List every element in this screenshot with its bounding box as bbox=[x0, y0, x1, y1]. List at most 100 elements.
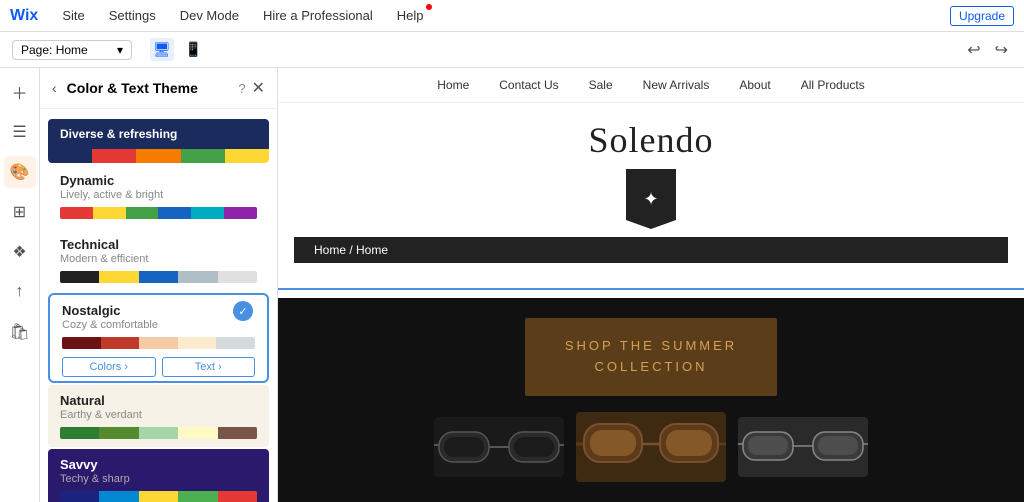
colors-action-button[interactable]: Colors › bbox=[62, 357, 156, 377]
sunglasses-brown bbox=[576, 412, 726, 482]
chevron-down-icon: ▾ bbox=[117, 43, 123, 57]
upgrade-button[interactable]: Upgrade bbox=[950, 6, 1014, 26]
mobile-icon[interactable]: 📱 bbox=[182, 38, 205, 61]
menu-settings[interactable]: Settings bbox=[105, 6, 160, 25]
nav-home[interactable]: Home bbox=[437, 78, 469, 92]
color-swatch bbox=[60, 427, 99, 439]
wix-logo: Wix bbox=[10, 7, 38, 25]
sidebar-media-icon[interactable]: ↑ bbox=[4, 276, 36, 308]
color-swatch bbox=[225, 149, 269, 163]
color-swatch bbox=[99, 427, 138, 439]
color-swatch bbox=[62, 337, 101, 349]
theme-natural-name: Natural bbox=[60, 393, 257, 408]
menu-devmode[interactable]: Dev Mode bbox=[176, 6, 243, 25]
undo-button[interactable]: ↩ bbox=[963, 38, 984, 62]
page-selector-label: Page: Home bbox=[21, 43, 88, 57]
color-swatch bbox=[218, 491, 257, 502]
left-sidebar: ＋ ☰ 🎨 ⊞ ❖ ↑ 🛍 bbox=[0, 68, 40, 502]
top-menu-bar: Wix Site Settings Dev Mode Hire a Profes… bbox=[0, 0, 1024, 32]
page-selector[interactable]: Page: Home ▾ bbox=[12, 40, 132, 60]
nav-contact[interactable]: Contact Us bbox=[499, 78, 558, 92]
banner-line1: SHOP THE SUMMER bbox=[565, 338, 737, 353]
section-divider bbox=[278, 288, 1024, 290]
theme-item-savvy[interactable]: Savvy Techy & sharp bbox=[48, 449, 269, 502]
theme-nostalgic-desc: Cozy & comfortable bbox=[62, 319, 255, 331]
color-swatch bbox=[60, 491, 99, 502]
desktop-icon[interactable]: 🖥 bbox=[150, 38, 174, 61]
menu-hire[interactable]: Hire a Professional bbox=[259, 6, 377, 25]
sunglasses-silver bbox=[738, 417, 868, 477]
nav-about[interactable]: About bbox=[739, 78, 770, 92]
panel-title: Color & Text Theme bbox=[67, 80, 233, 96]
sidebar-layers-icon[interactable]: ☰ bbox=[4, 116, 36, 148]
panel-header: ‹ Color & Text Theme ? ✕ bbox=[40, 68, 277, 109]
color-swatch bbox=[178, 271, 217, 283]
undo-redo-group: ↩ ↪ bbox=[963, 38, 1012, 62]
color-swatch bbox=[216, 337, 255, 349]
theme-item-dynamic[interactable]: Dynamic Lively, active & bright bbox=[48, 165, 269, 227]
theme-item-technical[interactable]: Technical Modern & efficient bbox=[48, 229, 269, 291]
badge-icon: ✦ bbox=[643, 189, 658, 210]
color-swatch bbox=[136, 149, 180, 163]
breadcrumb-text: Home / Home bbox=[314, 243, 388, 257]
color-swatch bbox=[101, 337, 140, 349]
color-swatch bbox=[48, 149, 92, 163]
theme-item-nostalgic[interactable]: ✓ Nostalgic Cozy & comfortable Colors › … bbox=[48, 293, 269, 383]
main-area: ＋ ☰ 🎨 ⊞ ❖ ↑ 🛍 ‹ Color & Text Theme ? ✕ D… bbox=[0, 68, 1024, 502]
sidebar-store-icon[interactable]: 🛍 bbox=[4, 316, 36, 348]
theme-actions: Colors › Text › bbox=[62, 357, 255, 377]
color-swatch bbox=[126, 207, 159, 219]
sidebar-apps-icon[interactable]: ⊞ bbox=[4, 196, 36, 228]
nav-all-products[interactable]: All Products bbox=[801, 78, 865, 92]
color-swatch bbox=[93, 207, 126, 219]
panel-help-button[interactable]: ? bbox=[238, 81, 245, 96]
sidebar-theme-icon[interactable]: 🎨 bbox=[4, 156, 36, 188]
color-swatch bbox=[99, 271, 138, 283]
color-swatch bbox=[139, 427, 178, 439]
color-swatch bbox=[99, 491, 138, 502]
panel-back-button[interactable]: ‹ bbox=[52, 80, 57, 96]
site-nav: Home Contact Us Sale New Arrivals About … bbox=[278, 68, 1024, 103]
sidebar-components-icon[interactable]: ❖ bbox=[4, 236, 36, 268]
theme-nostalgic-name: Nostalgic bbox=[62, 303, 255, 318]
color-swatch bbox=[139, 271, 178, 283]
help-notification-dot bbox=[426, 4, 432, 10]
color-swatch bbox=[178, 491, 217, 502]
text-action-button[interactable]: Text › bbox=[162, 357, 256, 377]
nav-new-arrivals[interactable]: New Arrivals bbox=[643, 78, 710, 92]
color-swatch bbox=[178, 427, 217, 439]
theme-technical-name: Technical bbox=[60, 237, 257, 252]
site-title: Solendo bbox=[588, 119, 713, 161]
theme-diverse-name: Diverse & refreshing bbox=[48, 119, 269, 149]
panel-close-button[interactable]: ✕ bbox=[252, 78, 265, 98]
dark-section: SHOP THE SUMMER COLLECTION bbox=[278, 298, 1024, 502]
menu-site[interactable]: Site bbox=[58, 6, 88, 25]
device-icons: 🖥 📱 bbox=[150, 38, 205, 61]
color-swatch bbox=[224, 207, 257, 219]
theme-natural-desc: Earthy & verdant bbox=[60, 409, 257, 421]
color-swatch bbox=[139, 491, 178, 502]
website-preview: Home Contact Us Sale New Arrivals About … bbox=[278, 68, 1024, 502]
color-swatch bbox=[139, 337, 178, 349]
color-swatch bbox=[178, 337, 217, 349]
section-divider-row: + bbox=[278, 279, 1024, 298]
redo-button[interactable]: ↪ bbox=[991, 38, 1012, 62]
theme-item-natural[interactable]: Natural Earthy & verdant bbox=[48, 385, 269, 447]
color-text-panel: ‹ Color & Text Theme ? ✕ Diverse & refre… bbox=[40, 68, 278, 502]
sunglasses-dark bbox=[434, 417, 564, 477]
color-swatch bbox=[92, 149, 136, 163]
theme-item-diverse[interactable]: Diverse & refreshing bbox=[48, 119, 269, 163]
sidebar-add-icon[interactable]: ＋ bbox=[4, 76, 36, 108]
breadcrumb-bar: Home / Home bbox=[294, 237, 1008, 263]
color-swatch bbox=[158, 207, 191, 219]
panel-theme-list: Diverse & refreshing Dynamic Lively, act… bbox=[40, 109, 277, 502]
selected-check-badge: ✓ bbox=[233, 301, 253, 321]
theme-savvy-desc: Techy & sharp bbox=[60, 473, 257, 485]
canvas-area: Home Contact Us Sale New Arrivals About … bbox=[278, 68, 1024, 502]
sunglasses-row bbox=[434, 412, 868, 482]
menu-help[interactable]: Help bbox=[393, 6, 428, 25]
collection-banner: SHOP THE SUMMER COLLECTION bbox=[525, 318, 777, 396]
nav-sale[interactable]: Sale bbox=[589, 78, 613, 92]
color-swatch bbox=[181, 149, 225, 163]
site-hero: Solendo ✦ Home / Home bbox=[278, 103, 1024, 279]
